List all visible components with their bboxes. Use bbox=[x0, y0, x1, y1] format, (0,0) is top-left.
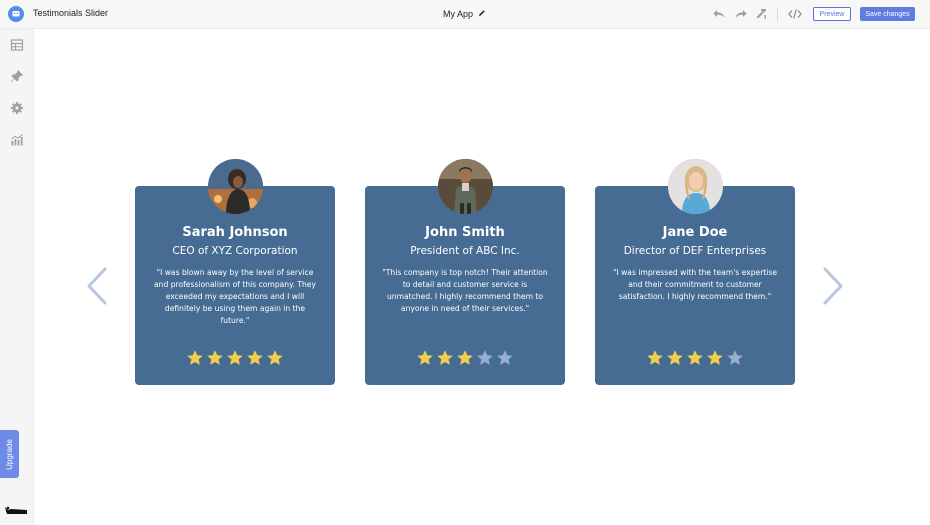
star-filled-icon bbox=[686, 349, 704, 367]
upgrade-button[interactable]: Upgrade bbox=[0, 430, 19, 478]
star-empty-icon bbox=[496, 349, 514, 367]
pencil-icon[interactable] bbox=[478, 9, 486, 19]
star-filled-icon bbox=[246, 349, 264, 367]
preview-button[interactable]: Preview bbox=[813, 7, 851, 21]
redo-icon[interactable] bbox=[734, 7, 748, 21]
hammer-icon[interactable] bbox=[755, 7, 769, 21]
star-filled-icon bbox=[416, 349, 434, 367]
previous-arrow-icon[interactable] bbox=[85, 266, 109, 306]
toolbar-divider bbox=[777, 7, 778, 21]
undo-icon[interactable] bbox=[712, 7, 726, 21]
brand-logo-icon bbox=[4, 502, 28, 514]
app-logo-icon bbox=[8, 6, 24, 22]
avatar bbox=[668, 159, 723, 214]
gear-icon[interactable] bbox=[10, 101, 24, 115]
top-bar: Testimonials Slider My App Preview Save … bbox=[0, 0, 930, 29]
analytics-icon[interactable] bbox=[10, 133, 24, 147]
testimonial-role: Director of DEF Enterprises bbox=[623, 245, 767, 257]
sidebar: Upgrade bbox=[0, 29, 34, 525]
testimonial-quote: "This company is top notch! Their attent… bbox=[382, 268, 548, 313]
code-icon[interactable] bbox=[788, 7, 802, 21]
avatar bbox=[208, 159, 263, 214]
testimonial-role: CEO of XYZ Corporation bbox=[172, 245, 298, 257]
save-changes-button[interactable]: Save changes bbox=[860, 7, 915, 21]
star-rating bbox=[595, 349, 795, 367]
avatar bbox=[438, 159, 493, 214]
star-filled-icon bbox=[456, 349, 474, 367]
testimonial-card: Sarah Johnson CEO of XYZ Corporation "I … bbox=[135, 186, 335, 385]
star-filled-icon bbox=[266, 349, 284, 367]
app-name: Testimonials Slider bbox=[33, 8, 109, 18]
star-filled-icon bbox=[206, 349, 224, 367]
testimonial-quote: "I was blown away by the level of servic… bbox=[154, 268, 316, 325]
star-filled-icon bbox=[226, 349, 244, 367]
upgrade-label: Upgrade bbox=[5, 438, 14, 470]
app-title[interactable]: My App bbox=[443, 9, 486, 19]
star-filled-icon bbox=[436, 349, 454, 367]
star-rating bbox=[365, 349, 565, 367]
star-empty-icon bbox=[476, 349, 494, 367]
star-filled-icon bbox=[706, 349, 724, 367]
star-filled-icon bbox=[646, 349, 664, 367]
star-rating bbox=[135, 349, 335, 367]
star-filled-icon bbox=[186, 349, 204, 367]
testimonial-name: Sarah Johnson bbox=[182, 225, 288, 240]
testimonial-name: Jane Doe bbox=[662, 225, 728, 240]
next-arrow-icon[interactable] bbox=[821, 266, 845, 306]
testimonial-role: President of ABC Inc. bbox=[410, 245, 520, 257]
testimonial-card: John Smith President of ABC Inc. "This c… bbox=[365, 186, 565, 385]
testimonial-quote: "I was impressed with the team's experti… bbox=[612, 268, 778, 301]
pin-icon[interactable] bbox=[10, 69, 24, 83]
star-empty-icon bbox=[726, 349, 744, 367]
star-filled-icon bbox=[666, 349, 684, 367]
testimonial-card: Jane Doe Director of DEF Enterprises "I … bbox=[595, 186, 795, 385]
testimonial-name: John Smith bbox=[425, 225, 505, 240]
table-icon[interactable] bbox=[10, 38, 24, 52]
app-title-text: My App bbox=[443, 9, 474, 19]
